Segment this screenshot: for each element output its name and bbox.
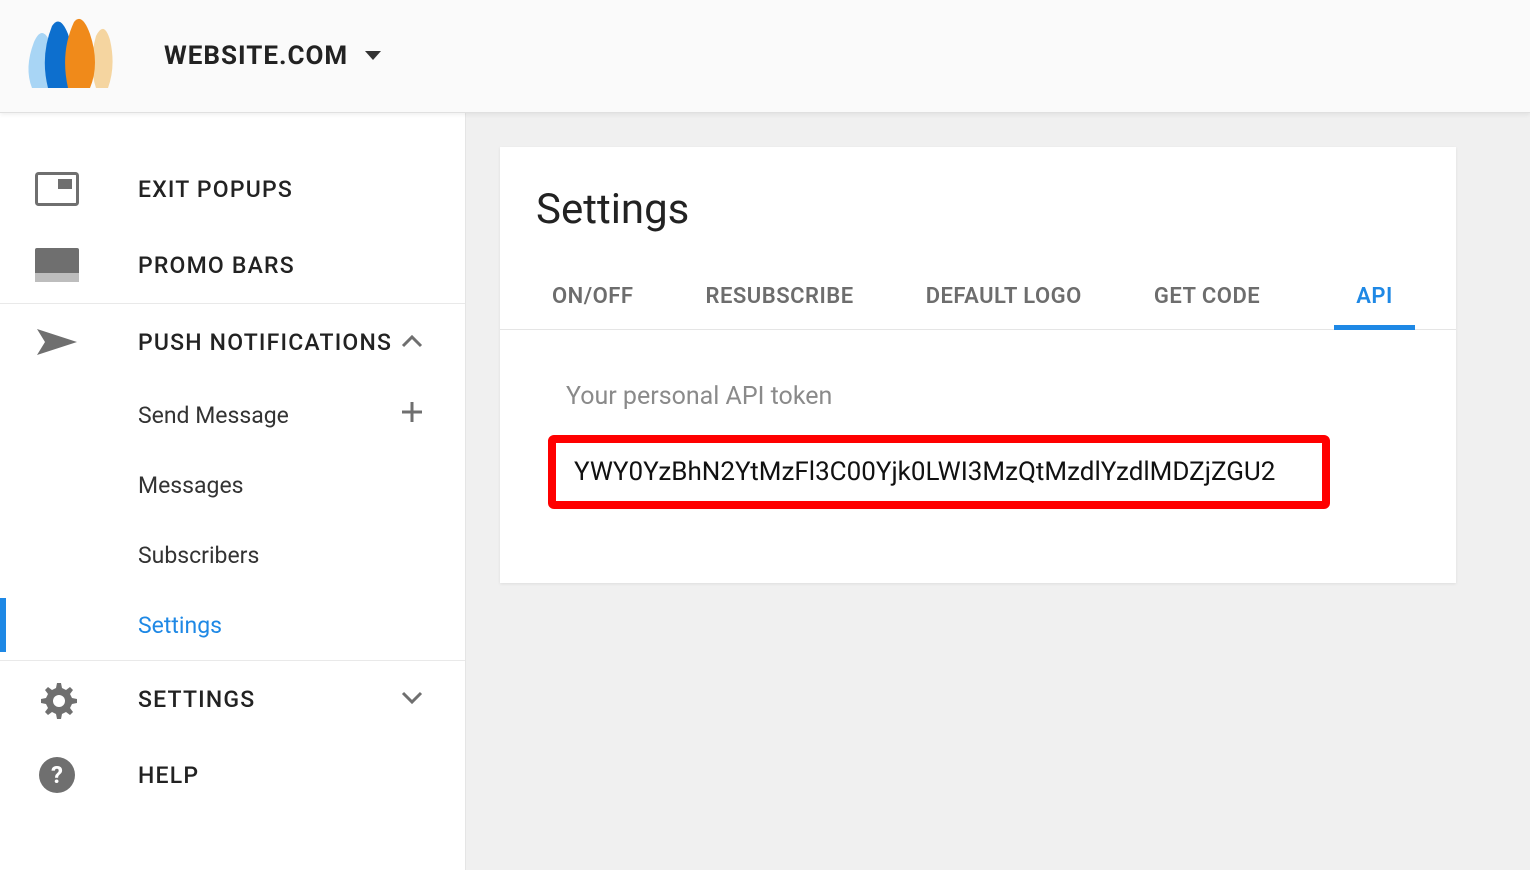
site-dropdown[interactable]: WEBSITE.COM <box>164 41 382 71</box>
nav-label: HELP <box>138 762 199 789</box>
gear-icon <box>34 676 80 722</box>
subnav-messages[interactable]: Messages <box>138 450 465 520</box>
tab-resubscribe[interactable]: RESUBSCRIBE <box>683 262 875 329</box>
settings-card: Settings ON/OFF RESUBSCRIBE DEFAULT LOGO… <box>500 147 1456 583</box>
nav-exit-popups[interactable]: EXIT POPUPS <box>0 151 465 227</box>
subnav-label: Settings <box>138 612 222 639</box>
subnav-subscribers[interactable]: Subscribers <box>138 520 465 590</box>
nav-promo-bars[interactable]: PROMO BARS <box>0 227 465 303</box>
subnav-label: Messages <box>138 472 244 499</box>
page-title: Settings <box>536 185 1420 234</box>
subnav-settings[interactable]: Settings <box>138 590 465 660</box>
popup-icon <box>34 166 80 212</box>
push-notifications-submenu: Send Message Messages Subscribers Settin… <box>0 380 465 660</box>
api-token-value: YWY0YzBhN2YtMzFl3C00Yjk0LWI3MzQtMzdlYzdl… <box>574 457 1275 487</box>
api-token-box[interactable]: YWY0YzBhN2YtMzFl3C00Yjk0LWI3MzQtMzdlYzdl… <box>548 435 1330 509</box>
tab-on-off[interactable]: ON/OFF <box>530 262 655 329</box>
chevron-down-icon <box>401 690 423 709</box>
help-icon: ? <box>34 752 80 798</box>
chevron-up-icon <box>401 333 423 352</box>
svg-text:?: ? <box>51 761 63 789</box>
sidebar: EXIT POPUPS PROMO BARS PUSH NOTIFICATION… <box>0 113 466 870</box>
subnav-label: Subscribers <box>138 542 259 569</box>
nav-settings[interactable]: SETTINGS <box>0 661 465 737</box>
app-logo <box>24 11 114 101</box>
api-token-label: Your personal API token <box>566 382 1408 411</box>
tab-get-code[interactable]: GET CODE <box>1132 262 1282 329</box>
bar-icon <box>34 242 80 288</box>
site-label: WEBSITE.COM <box>164 41 348 71</box>
send-icon <box>34 319 80 365</box>
nav-help[interactable]: ? HELP <box>0 737 465 813</box>
settings-tabs: ON/OFF RESUBSCRIBE DEFAULT LOGO GET CODE… <box>500 262 1456 330</box>
content-area: Settings ON/OFF RESUBSCRIBE DEFAULT LOGO… <box>466 113 1530 870</box>
tab-default-logo[interactable]: DEFAULT LOGO <box>904 262 1104 329</box>
tab-api[interactable]: API <box>1334 262 1415 329</box>
subnav-label: Send Message <box>138 402 289 429</box>
nav-push-notifications[interactable]: PUSH NOTIFICATIONS <box>0 304 465 380</box>
header: WEBSITE.COM <box>0 0 1530 113</box>
nav-label: EXIT POPUPS <box>138 176 293 203</box>
nav-label: PUSH NOTIFICATIONS <box>138 329 392 356</box>
nav-label: PROMO BARS <box>138 252 295 279</box>
subnav-send-message[interactable]: Send Message <box>138 380 465 450</box>
nav-label: SETTINGS <box>138 686 255 713</box>
caret-down-icon <box>364 47 382 66</box>
plus-icon[interactable] <box>401 401 423 429</box>
